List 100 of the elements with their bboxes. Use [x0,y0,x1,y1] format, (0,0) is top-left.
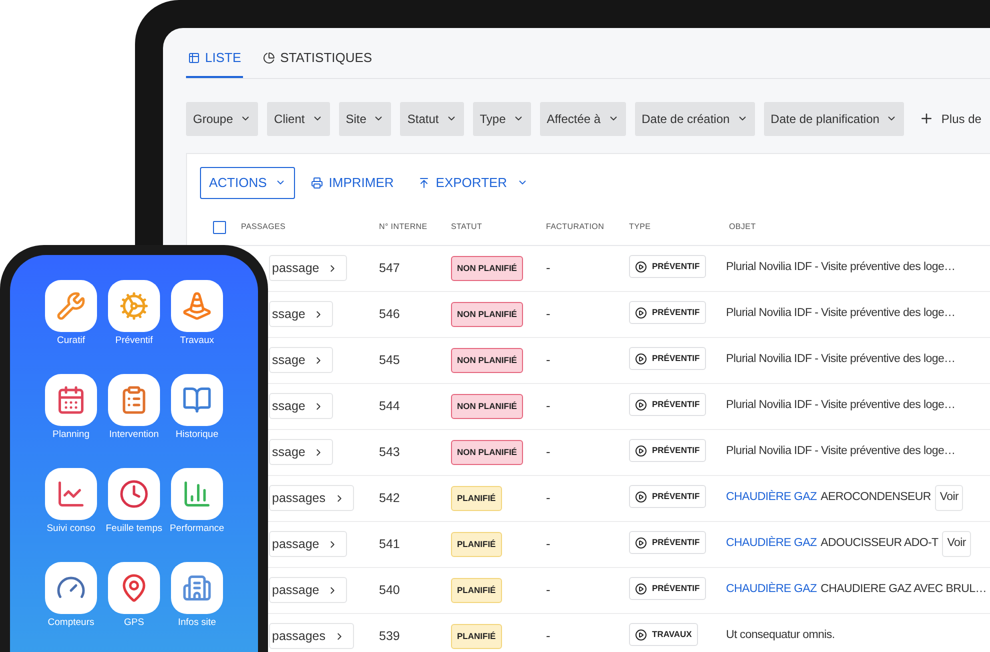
passages-button[interactable]: ssage [269,301,334,327]
object-text: Ut consequatur omnis. [726,628,835,644]
pie-chart-icon [263,52,276,64]
object-text: AEROCONDENSEUR [820,490,931,506]
app-tile[interactable] [45,468,97,520]
book-icon [182,385,212,415]
status-badge: PLANIFIÉ [451,486,502,511]
app-tile[interactable] [171,374,223,426]
calendar-icon [56,385,86,415]
passages-button[interactable]: ssage [269,439,334,465]
type-badge: PRÉVENTIF [629,393,706,416]
table-cell-text: 542 [379,490,401,507]
app-tile[interactable] [45,280,97,332]
object-link[interactable]: CHAUDIÈRE GAZ [726,489,817,507]
status-badge: PLANIFIÉ [451,578,502,603]
actions-button[interactable]: ACTIONS [200,166,295,198]
print-button[interactable]: IMPRIMER [310,172,394,192]
type-badge: TRAVAUX [629,623,698,646]
select-all-checkbox[interactable] [213,220,226,234]
app-tile[interactable] [171,562,223,614]
play-circle-icon [635,306,647,319]
type-badge: PRÉVENTIF [629,485,706,508]
gear-icon [119,291,149,321]
export-button[interactable]: EXPORTER [418,172,528,192]
app-tile[interactable] [171,468,223,520]
table-cell-text: 544 [379,398,401,415]
app-tile[interactable] [108,468,160,520]
table-cell-text: - [546,627,552,646]
passages-button[interactable]: passage [269,577,348,603]
table-cell-text: - [546,351,552,370]
type-badge: PRÉVENTIF [629,439,706,462]
table-cell-text: - [546,397,552,416]
filter-dropdown[interactable]: Statut [400,102,464,136]
more-filters-button[interactable]: Plus de [913,102,988,136]
filter-dropdown[interactable]: Affectée à [540,102,626,136]
app-label: Préventif [114,335,154,346]
type-badge: PRÉVENTIF [629,577,706,600]
filter-dropdown[interactable]: Site [338,102,392,136]
filter-dropdown[interactable]: Date de création [634,102,755,136]
app-label: Feuille temps [104,523,164,534]
passages-button[interactable]: ssage [269,347,334,373]
plus-icon [919,111,934,126]
view-button[interactable]: Voir [942,531,971,557]
app-tile[interactable] [171,280,223,332]
passages-button[interactable]: ssage [269,393,334,419]
app-label: Intervention [108,429,160,440]
app-label: Historique [174,429,220,440]
object-link[interactable]: CHAUDIÈRE GAZ [726,581,817,599]
object-text: Plurial Novilia IDF - Visite préventive des loge… [726,260,956,276]
object-text: Plurial Novilia IDF - Visite préventive des loge… [726,398,956,414]
column-header: OBJET [729,221,757,233]
filter-dropdown[interactable]: Type [472,102,531,136]
play-circle-icon [635,490,647,503]
status-badge: PLANIFIÉ [451,532,502,557]
tab[interactable]: LISTE [186,48,244,78]
passages-button[interactable]: passage [269,255,348,281]
type-badge: PRÉVENTIF [629,531,706,554]
filter-dropdown[interactable]: Client [267,102,330,136]
object-text: Plurial Novilia IDF - Visite préventive des loge… [726,444,956,460]
upload-icon [418,176,430,188]
bar-chart-icon [182,479,212,509]
table-cell-text: 543 [379,444,401,461]
app-label: Compteurs [46,617,96,628]
play-circle-icon [635,260,647,273]
table-cell-text: - [546,259,552,278]
passages-button[interactable]: passages [269,623,354,649]
app-tile[interactable] [45,374,97,426]
status-badge: NON PLANIFIÉ [451,440,523,465]
status-badge: NON PLANIFIÉ [451,256,523,281]
object-text: Plurial Novilia IDF - Visite préventive des loge… [726,352,956,368]
table-cell-text: 541 [379,536,401,553]
table-cell-text: - [546,581,552,600]
play-circle-icon [635,628,647,641]
play-circle-icon [635,536,647,549]
column-header: PASSAGES [241,221,287,233]
table-cell-text: 539 [379,628,401,645]
type-badge: PRÉVENTIF [629,347,706,370]
traffic-cone-icon [182,291,212,321]
filter-dropdown[interactable]: Groupe [186,102,258,136]
app-label: Performance [168,523,226,534]
view-button[interactable]: Voir [934,485,964,511]
app-label: Infos site [176,617,218,628]
status-badge: NON PLANIFIÉ [451,394,523,419]
app-tile[interactable] [108,374,160,426]
building-icon [182,573,212,603]
object-text: ADOUCISSEUR ADO-T [820,536,938,552]
object-link[interactable]: CHAUDIÈRE GAZ [726,535,817,553]
passages-button[interactable]: passage [269,531,348,557]
line-chart-icon [56,479,86,509]
tab[interactable]: STATISTIQUES [261,48,374,78]
filter-dropdown[interactable]: Date de planification [764,102,904,136]
app-label: Curatif [56,335,86,346]
table-cell-text: - [546,489,552,508]
app-tile[interactable] [108,562,160,614]
table-cell-text: - [546,305,552,324]
app-tile[interactable] [45,562,97,614]
table-cell-text: 546 [379,306,401,323]
app-tile[interactable] [108,280,160,332]
app-label: Suivi conso [46,523,96,534]
passages-button[interactable]: passages [269,485,354,511]
